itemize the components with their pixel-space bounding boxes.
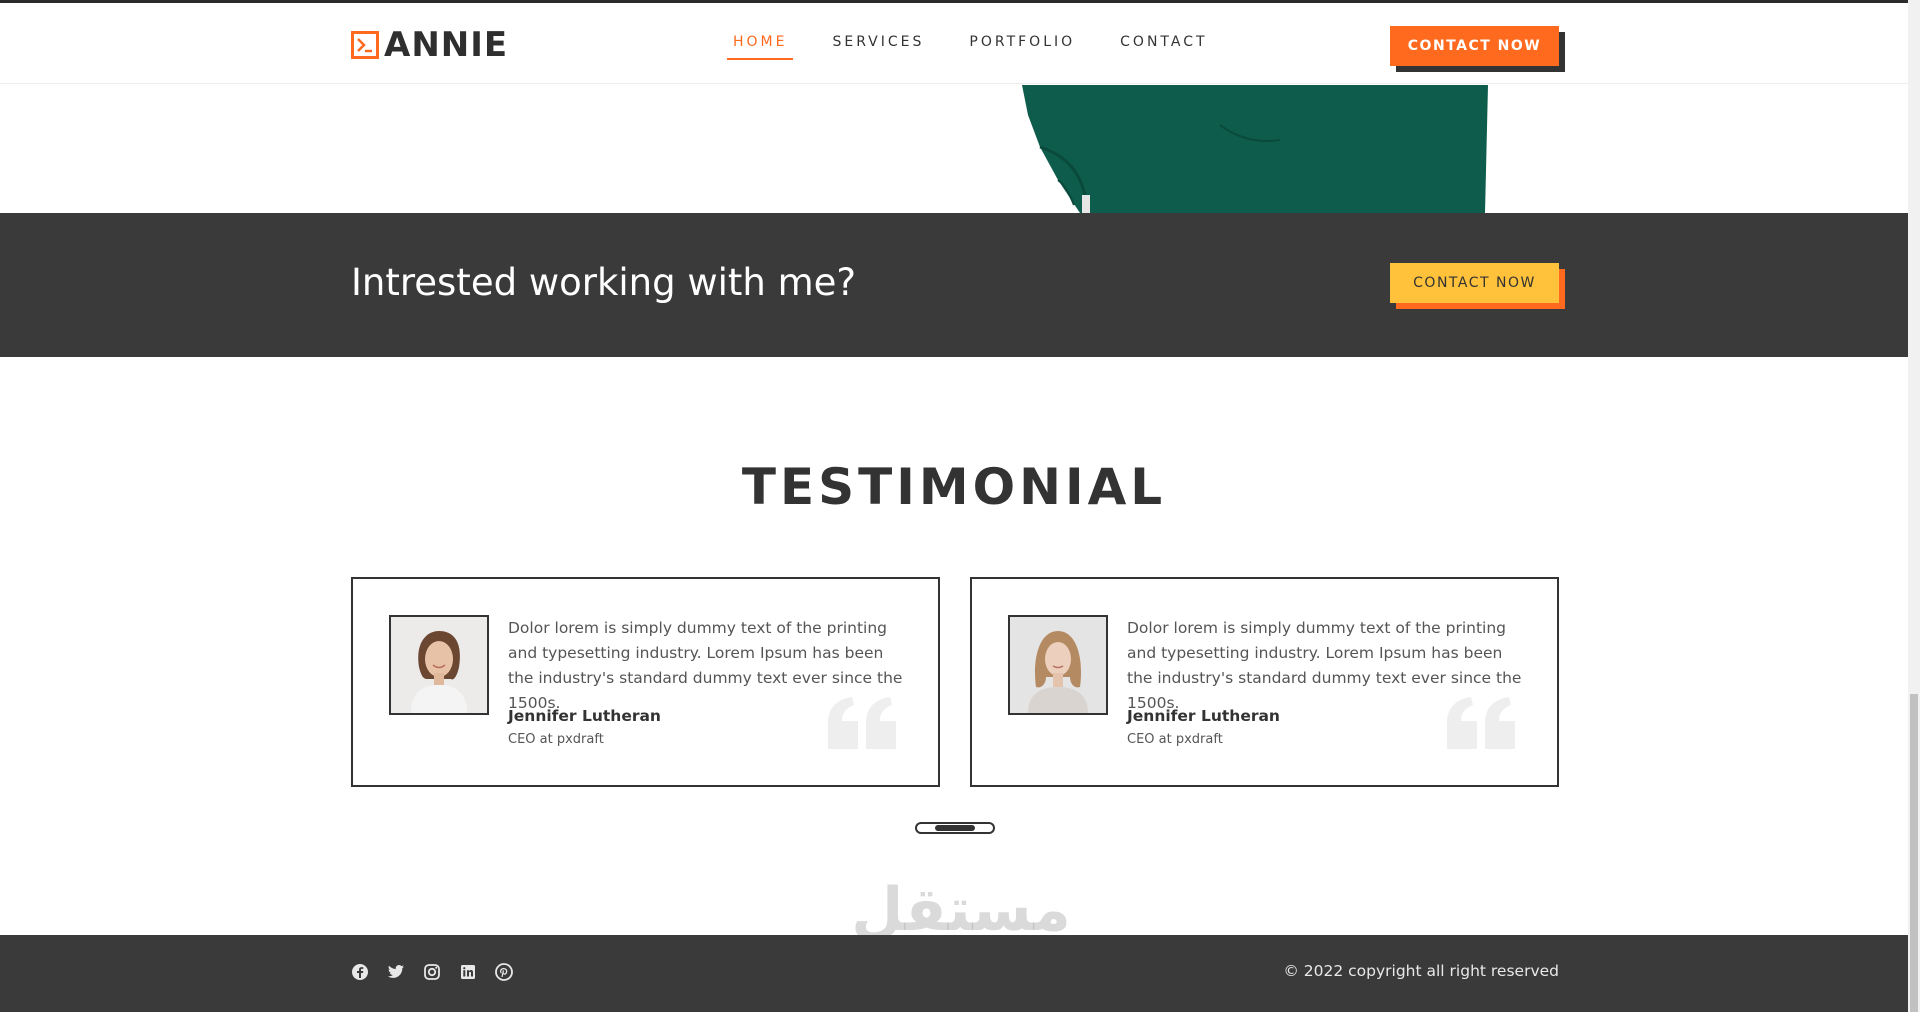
person-name: Jennifer Lutheran — [1127, 707, 1280, 725]
copyright-text: © 2022 copyright all right reserved — [1283, 962, 1559, 980]
logo-text: ANNIE — [384, 25, 509, 65]
site-footer: © 2022 copyright all right reserved — [0, 935, 1908, 1012]
nav-services[interactable]: SERVICES — [826, 34, 930, 60]
person-role: CEO at pxdraft — [1127, 732, 1223, 747]
watermark-arabic: مستقل — [851, 875, 1071, 945]
cta-contact-button[interactable]: CONTACT NOW — [1390, 263, 1565, 309]
quote-mark-icon — [828, 697, 896, 749]
hero-image-area — [0, 85, 1908, 213]
carousel-active-dot[interactable] — [935, 825, 975, 831]
instagram-icon[interactable] — [423, 963, 441, 981]
avatar — [389, 615, 489, 715]
testimonial-title: TESTIMONIAL — [741, 458, 1167, 516]
cta-contact-label: CONTACT NOW — [1390, 263, 1559, 303]
cta-title: Intrested working with me? — [351, 261, 857, 304]
hoodie-image — [1022, 85, 1488, 213]
person-role: CEO at pxdraft — [508, 732, 604, 747]
site-header: ANNIE HOME SERVICES PORTFOLIO CONTACT CO… — [0, 3, 1908, 84]
logo[interactable]: ANNIE — [351, 28, 508, 62]
terminal-prompt-icon — [351, 31, 379, 59]
testimonial-card: Dolor lorem is simply dummy text of the … — [351, 577, 940, 787]
avatar — [1008, 615, 1108, 715]
nav-home[interactable]: HOME — [727, 34, 794, 60]
person-name: Jennifer Lutheran — [508, 707, 661, 725]
header-contact-label: CONTACT NOW — [1390, 26, 1559, 66]
testimonial-card: Dolor lorem is simply dummy text of the … — [970, 577, 1559, 787]
header-contact-button[interactable]: CONTACT NOW — [1390, 26, 1565, 72]
carousel-pagination[interactable] — [915, 822, 995, 834]
cta-band: Intrested working with me? CONTACT NOW — [0, 213, 1908, 357]
nav-contact[interactable]: CONTACT — [1114, 34, 1213, 60]
nav-portfolio[interactable]: PORTFOLIO — [963, 34, 1081, 60]
pinterest-icon[interactable] — [495, 963, 513, 981]
facebook-icon[interactable] — [351, 963, 369, 981]
quote-mark-icon — [1447, 697, 1515, 749]
scrollbar-thumb[interactable] — [1910, 694, 1918, 1012]
twitter-icon[interactable] — [387, 963, 405, 981]
main-nav: HOME SERVICES PORTFOLIO CONTACT — [727, 34, 1247, 60]
social-links — [351, 963, 531, 981]
linkedin-icon[interactable] — [459, 963, 477, 981]
